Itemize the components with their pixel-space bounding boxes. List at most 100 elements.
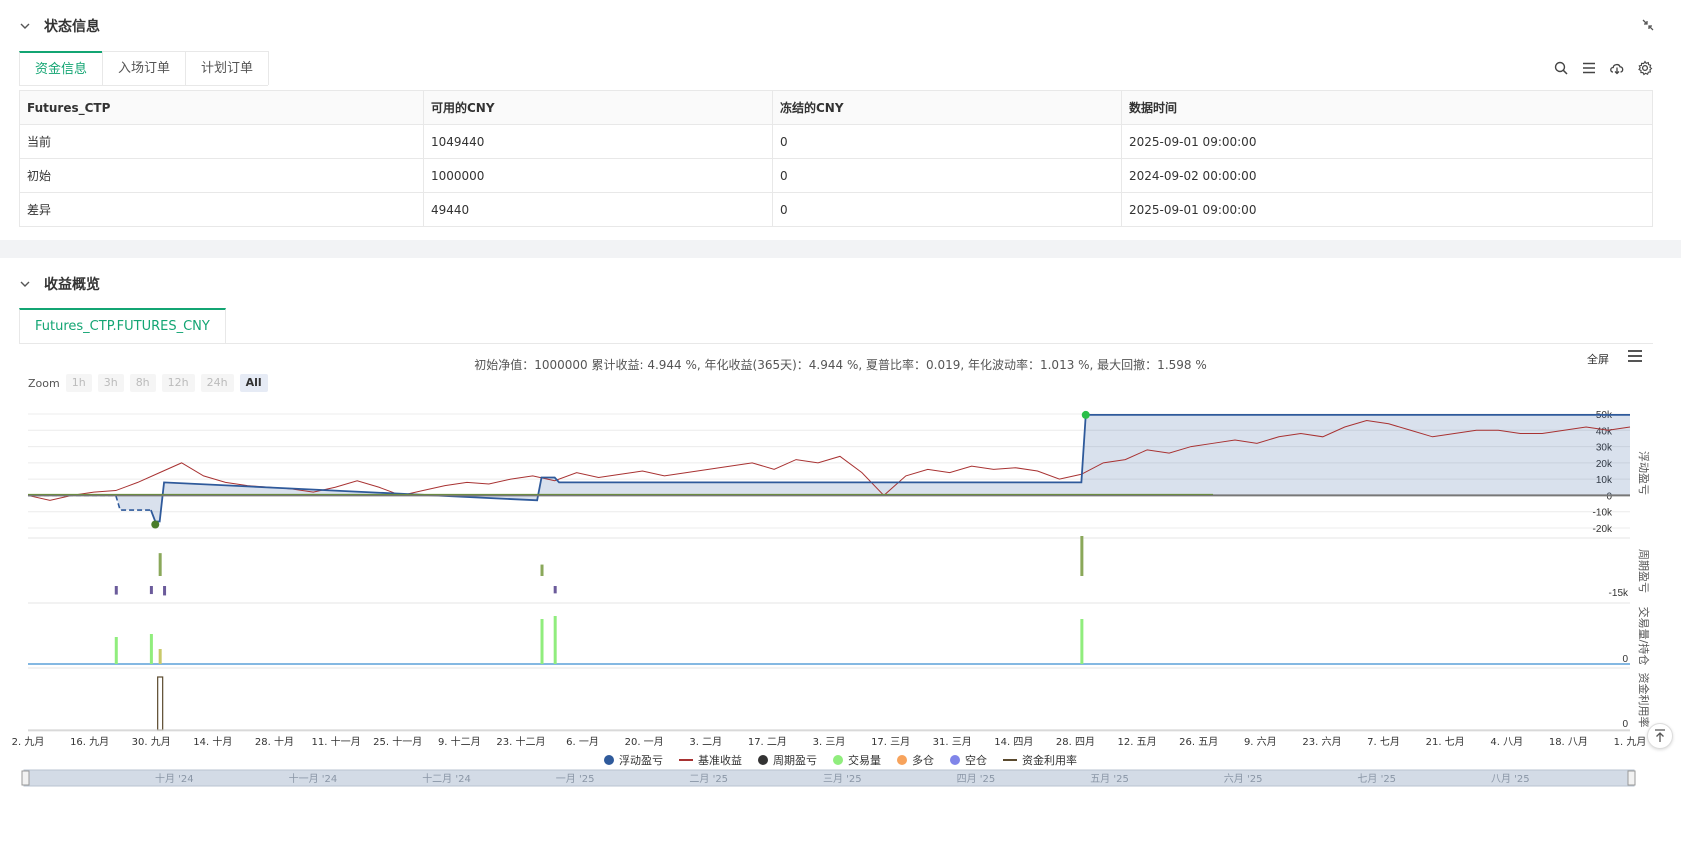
x-tick-label: 28. 四月	[1056, 736, 1095, 748]
navigator-label: 七月 '25	[1357, 773, 1396, 785]
panel-title: 状态信息	[44, 19, 100, 35]
navigator-label: 十月 '24	[155, 772, 194, 785]
tab-planned-orders[interactable]: 计划订单	[185, 51, 270, 85]
chart-legend: 浮动盈亏 基准收益 周期盈亏 交易量 多仓 空仓 资金利用率	[0, 752, 1681, 768]
column-header[interactable]: 冻结的CNY	[772, 90, 1122, 125]
navigator-label: 三月 '25	[823, 773, 862, 785]
legend-swatch	[679, 759, 693, 761]
x-tick-label: 30. 九月	[132, 736, 171, 748]
navigator-label: 四月 '25	[957, 773, 996, 785]
available-cell: 1000000	[423, 158, 773, 193]
column-header[interactable]: Futures_CTP	[19, 90, 424, 125]
x-tick-label: 3. 二月	[689, 736, 722, 748]
x-tick-label: 14. 四月	[994, 736, 1033, 748]
capital-utilization-bar	[157, 676, 164, 731]
frozen-cell: 0	[772, 158, 1122, 193]
period-pnl-bar	[1080, 536, 1084, 576]
x-tick-label: 23. 十二月	[496, 735, 545, 748]
navigator-handle-right	[1627, 770, 1636, 786]
table-row: 当前 1049440 0 2025-09-01 09:00:00	[19, 124, 1653, 159]
cloud-download-icon[interactable]	[1609, 60, 1625, 76]
period-pnl-bar	[158, 553, 162, 576]
volume-bar	[553, 616, 557, 664]
table-toolbar	[1553, 60, 1653, 76]
x-tick-label: 7. 七月	[1367, 736, 1400, 748]
time-cell: 2024-09-02 00:00:00	[1121, 158, 1653, 193]
navigator-handle-left	[21, 770, 30, 786]
period-pnl-bar	[149, 586, 153, 595]
legend-label: 基准收益	[698, 754, 742, 767]
y-tick-label: -10k	[1593, 508, 1613, 519]
navigator-label: 六月 '25	[1224, 773, 1263, 785]
navigator-label: 十一月 '24	[289, 772, 338, 785]
legend-item[interactable]: 空仓	[950, 752, 987, 768]
legend-label: 交易量	[848, 754, 881, 767]
legend-item[interactable]: 资金利用率	[1003, 752, 1077, 768]
x-tick-label: 4. 八月	[1490, 736, 1523, 748]
gear-icon[interactable]	[1637, 60, 1653, 76]
x-tick-label: 17. 二月	[748, 736, 787, 748]
navigator-label: 八月 '25	[1491, 773, 1530, 785]
pane-label: 资金利用率	[1637, 673, 1651, 728]
x-tick-label: 14. 十月	[193, 735, 232, 748]
chevron-down-icon[interactable]	[20, 21, 30, 31]
legend-item[interactable]: 多仓	[897, 752, 934, 768]
table-header-row: Futures_CTP 可用的CNY 冻结的CNY 数据时间	[19, 90, 1653, 125]
max-marker	[1081, 410, 1090, 419]
list-icon[interactable]	[1581, 60, 1597, 76]
legend-swatch	[833, 755, 843, 765]
y-tick-label: -15k	[1609, 588, 1629, 599]
x-tick-label: 1. 九月	[1614, 736, 1647, 748]
legend-item[interactable]: 周期盈亏	[758, 752, 817, 768]
legend-label: 浮动盈亏	[619, 754, 663, 767]
x-tick-label: 31. 三月	[933, 736, 972, 748]
time-cell: 2025-09-01 09:00:00	[1121, 192, 1653, 227]
tab-fund-info[interactable]: 资金信息	[19, 51, 104, 85]
column-header[interactable]: 数据时间	[1121, 90, 1653, 125]
column-header[interactable]: 可用的CNY	[423, 90, 773, 125]
x-tick-label: 18. 八月	[1549, 736, 1588, 748]
navigator-label: 一月 '25	[556, 773, 595, 785]
legend-swatch	[604, 755, 614, 765]
row-label-current[interactable]: 当前	[19, 124, 424, 159]
navigator-label: 十二月 '24	[422, 772, 471, 785]
legend-swatch	[897, 755, 907, 765]
status-panel-header[interactable]: 状态信息	[20, 16, 100, 36]
period-pnl-bar	[553, 586, 557, 594]
profit-chart[interactable]: 50k40k30k20k10k0-10k-20k浮动盈亏周期盈亏-15k交易量/…	[0, 258, 1681, 860]
collapse-icon[interactable]	[1641, 18, 1655, 32]
back-to-top-button[interactable]	[1647, 723, 1673, 749]
x-tick-label: 11. 十一月	[312, 735, 361, 748]
period-pnl-bar	[163, 586, 167, 596]
x-tick-label: 21. 七月	[1426, 736, 1465, 748]
floating-pnl-area	[28, 414, 1630, 522]
volume-bar	[540, 619, 544, 664]
x-tick-label: 28. 十月	[255, 735, 294, 748]
tab-entry-orders[interactable]: 入场订单	[102, 51, 187, 85]
pane-label: 周期盈亏	[1637, 549, 1650, 593]
status-tabs: 资金信息 入场订单 计划订单	[19, 51, 270, 86]
legend-swatch	[950, 755, 960, 765]
x-tick-label: 3. 三月	[813, 736, 846, 748]
pane-label: 浮动盈亏	[1637, 451, 1650, 495]
available-cell: 1049440	[423, 124, 773, 159]
search-icon[interactable]	[1553, 60, 1569, 76]
row-label-diff: 差异	[19, 192, 424, 227]
y-tick-label: -20k	[1593, 524, 1613, 535]
legend-item[interactable]: 浮动盈亏	[604, 752, 663, 768]
legend-label: 多仓	[912, 754, 934, 767]
min-marker	[151, 520, 160, 529]
row-label-initial: 初始	[19, 158, 424, 193]
frozen-cell: 0	[772, 124, 1122, 159]
navigator-label: 五月 '25	[1090, 773, 1129, 785]
legend-label: 空仓	[965, 754, 987, 767]
x-tick-label: 17. 三月	[871, 736, 910, 748]
volume-bar	[1080, 619, 1084, 664]
legend-item[interactable]: 基准收益	[679, 752, 742, 768]
table-row: 初始 1000000 0 2024-09-02 00:00:00	[19, 158, 1653, 193]
legend-item[interactable]: 交易量	[833, 752, 881, 768]
legend-swatch	[758, 755, 768, 765]
x-tick-label: 9. 十二月	[438, 735, 481, 748]
x-tick-label: 9. 六月	[1244, 736, 1277, 748]
time-cell: 2025-09-01 09:00:00	[1121, 124, 1653, 159]
